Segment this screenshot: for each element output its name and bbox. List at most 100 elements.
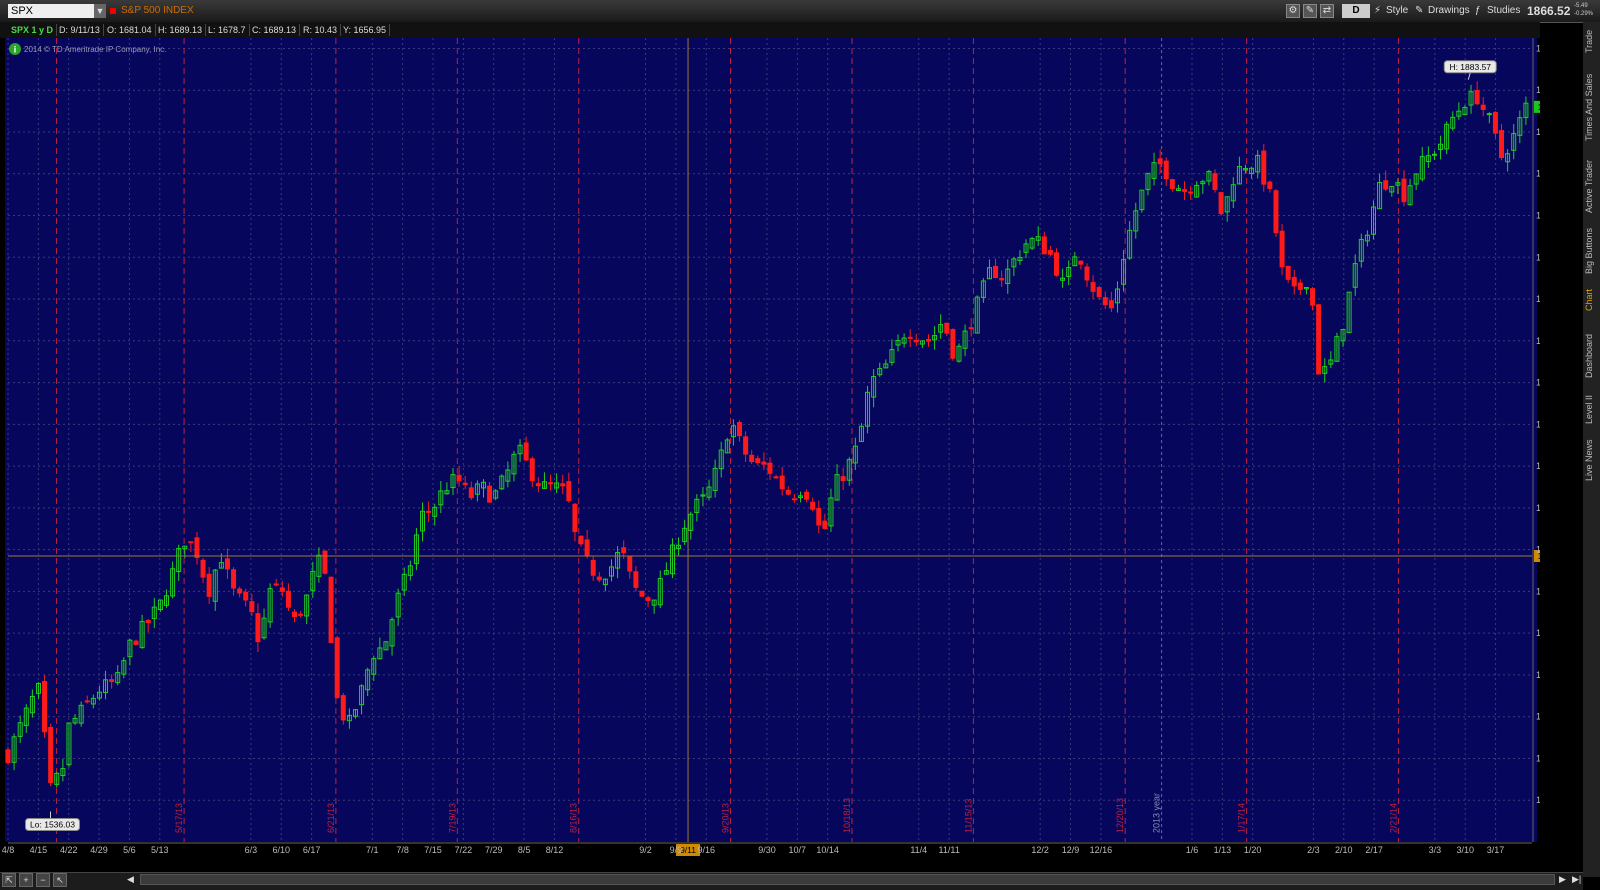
candle-body (1090, 282, 1096, 292)
info-icon[interactable]: i (9, 43, 21, 55)
candle-body (645, 597, 651, 601)
x-tick-label: 10/14 (816, 845, 839, 855)
side-tab-live-news[interactable]: Live News (1584, 436, 1599, 484)
candle-body (1261, 150, 1267, 185)
candle-body (292, 611, 298, 618)
candle-body (426, 510, 432, 513)
link-icon[interactable]: ⇄ (1320, 4, 1334, 18)
side-tab-big-buttons[interactable]: Big Buttons (1584, 225, 1599, 277)
side-tab-times-and-sales[interactable]: Times And Sales (1584, 70, 1599, 145)
candle-body (1492, 111, 1498, 134)
info-open: O: 1681.04 (104, 24, 156, 36)
x-tick-label: 4/8 (2, 845, 15, 855)
price-chart[interactable]: 5/17/13 6/21/13 7/19/13 8/16/13 9/20/13 10/18… (0, 38, 1572, 858)
side-tab-chart[interactable]: Chart (1584, 285, 1599, 315)
candle-body (925, 339, 931, 342)
style-icon[interactable]: ⚡ (1374, 4, 1381, 18)
low-marker-label: Lo: 1536.03 (30, 820, 75, 830)
top-toolbar: SPX ▼ S&P 500 INDEX ⚙ ✎ ⇄ D ⚡ Style ✎ Dr… (0, 0, 1600, 23)
candle-body (523, 442, 529, 461)
candle-body (950, 329, 956, 359)
candle-body (743, 436, 749, 455)
candle-body (767, 462, 773, 474)
y-tick-label: 1720 (1536, 419, 1540, 429)
y-tick-label: 1900 (1536, 43, 1540, 53)
pencil-icon[interactable]: ✎ (1415, 4, 1423, 18)
candle-body (1157, 158, 1163, 165)
candle-body (548, 482, 554, 485)
info-high: H: 1689.13 (155, 24, 207, 36)
candle-body (237, 588, 243, 594)
style-button[interactable]: Style (1386, 4, 1408, 18)
side-tab-dashboard[interactable]: Dashboard (1584, 330, 1599, 382)
info-date: D: 9/11/13 (56, 24, 104, 36)
candle-body (816, 507, 822, 526)
candle-body (298, 613, 304, 616)
x-tick-label: 7/15 (424, 845, 442, 855)
candle-body (1096, 287, 1102, 298)
x-tick-label: 9/30 (758, 845, 776, 855)
side-tab-active-trader[interactable]: Active Trader (1584, 155, 1599, 217)
candle-body (1285, 265, 1291, 280)
cursor-icon[interactable]: ↖ (53, 873, 67, 887)
scroll-left-icon[interactable]: ◀ (127, 874, 134, 885)
chart-settings-icon[interactable]: ⚙ (1286, 4, 1300, 18)
candle-body (206, 573, 212, 597)
candle-body (755, 458, 761, 464)
x-tick-label: 7/1 (366, 845, 379, 855)
candle-body (1480, 104, 1486, 110)
candle-body (1041, 236, 1047, 255)
side-tab-level-ii[interactable]: Level II (1584, 390, 1599, 428)
y-tick-label: 1860 (1536, 127, 1540, 137)
y-tick-label: 1680 (1536, 503, 1540, 513)
series-label[interactable]: SPX 1 y D (8, 24, 58, 36)
x-tick-label: 6/3 (245, 845, 258, 855)
x-tick-label: 4/29 (90, 845, 108, 855)
y-tick-label: 1620 (1536, 628, 1540, 638)
candle-body (560, 483, 566, 487)
x-tick-label: 3/10 (1456, 845, 1474, 855)
x-tick-label: 8/12 (546, 845, 564, 855)
info-y: Y: 1656.95 (340, 24, 391, 36)
zoom-in-icon[interactable]: + (19, 873, 33, 887)
studies-icon[interactable]: ƒ (1475, 4, 1481, 18)
candle-body (993, 265, 999, 279)
timeframe-button[interactable]: D (1342, 4, 1370, 18)
time-scrollbar[interactable] (140, 874, 1555, 885)
candle-body (249, 601, 255, 613)
price-change-net: -5.49 (1574, 3, 1588, 9)
candle-body (1474, 90, 1480, 105)
candle-body (487, 485, 493, 503)
symbol-dropdown-icon[interactable]: ▼ (94, 4, 106, 18)
candle-body (779, 475, 785, 490)
studies-button[interactable]: Studies (1487, 4, 1520, 18)
symbol-description: S&P 500 INDEX (121, 5, 194, 16)
wrench-icon[interactable]: ✎ (1303, 4, 1317, 18)
candle-body (566, 481, 572, 502)
chart-canvas[interactable]: 5/17/13 6/21/13 7/19/13 8/16/13 9/20/13 10/18… (0, 38, 1572, 858)
y-tick-label: 1580 (1536, 712, 1540, 722)
candle-body (590, 559, 596, 576)
side-tab-trade[interactable]: Trade (1584, 26, 1599, 56)
y-tick-label: 1800 (1536, 252, 1540, 262)
expand-icon[interactable]: ⇱ (2, 873, 16, 887)
x-tick-label: 7/8 (396, 845, 409, 855)
candle-body (224, 558, 230, 570)
candle-body (791, 498, 797, 501)
y-tick-label: 1660 (1536, 545, 1540, 555)
scroll-right-icon[interactable]: ▶ (1559, 874, 1566, 885)
expiration-label: 2/21/14 (1388, 803, 1398, 833)
candle-body (1054, 252, 1060, 276)
expiration-label: 10/18/13 (842, 798, 852, 833)
symbol-input[interactable]: SPX (8, 4, 94, 18)
candle-body (785, 489, 791, 495)
y-tick-label: 1760 (1536, 336, 1540, 346)
candle-body (84, 700, 90, 703)
drawings-button[interactable]: Drawings (1428, 4, 1470, 18)
zoom-out-icon[interactable]: − (36, 873, 50, 887)
candle-body (633, 571, 639, 588)
candle-body (578, 535, 584, 545)
expiration-label: 8/16/13 (569, 803, 579, 833)
scroll-end-icon[interactable]: ▶| (1572, 874, 1581, 885)
candle-body (1108, 300, 1114, 309)
